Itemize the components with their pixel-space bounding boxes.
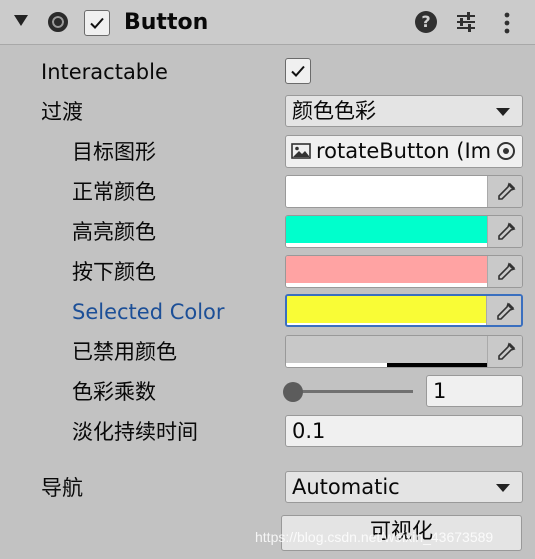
- watermark-text: https://blog.csdn.net/weixin_43673589: [255, 529, 494, 545]
- eyedropper-icon: [498, 342, 516, 360]
- kebab-menu-icon[interactable]: [498, 11, 516, 35]
- component-title: Button: [124, 10, 209, 35]
- highlighted-color-field[interactable]: [285, 215, 523, 248]
- disabled-color-label: 已禁用颜色: [72, 340, 177, 364]
- eyedropper-button[interactable]: [487, 336, 522, 367]
- normal-color-swatch: [286, 176, 488, 203]
- highlighted-color-swatch: [286, 216, 488, 243]
- component-enabled-icon: [48, 12, 68, 32]
- navigation-value: Automatic: [292, 475, 400, 499]
- color-multiplier-slider-track[interactable]: [293, 390, 413, 393]
- eyedropper-icon: [497, 302, 515, 320]
- help-icon[interactable]: ?: [415, 11, 437, 33]
- pressed-alpha-bar: [286, 283, 488, 287]
- fade-duration-value: 0.1: [292, 419, 326, 443]
- disabled-color-field[interactable]: [285, 335, 523, 368]
- navigation-label: 导航: [41, 476, 83, 500]
- transition-value: 颜色色彩: [292, 99, 376, 123]
- eyedropper-icon: [498, 222, 516, 240]
- component-enabled-checkbox[interactable]: [84, 10, 110, 36]
- highlighted-alpha-bar: [286, 243, 488, 247]
- color-multiplier-label: 色彩乘数: [72, 380, 156, 404]
- fade-duration-label: 淡化持续时间: [72, 420, 198, 444]
- color-multiplier-slider-thumb[interactable]: [283, 382, 303, 402]
- object-picker-button[interactable]: [490, 136, 522, 167]
- target-graphic-label: 目标图形: [72, 140, 156, 164]
- normal-alpha-bar: [286, 203, 488, 207]
- selected-alpha-bar: [287, 323, 489, 325]
- eyedropper-button[interactable]: [486, 296, 521, 325]
- highlighted-color-label: 高亮颜色: [72, 220, 156, 244]
- transition-label: 过渡: [41, 100, 83, 124]
- checkmark-icon: [90, 17, 104, 29]
- normal-color-label: 正常颜色: [72, 180, 156, 204]
- pressed-color-field[interactable]: [285, 255, 523, 288]
- eyedropper-button[interactable]: [487, 256, 522, 287]
- checkmark-icon: [291, 65, 305, 77]
- target-graphic-value: rotateButton (Image): [316, 139, 491, 163]
- component-header: Button ?: [0, 0, 535, 45]
- object-picker-icon: [497, 142, 515, 160]
- pressed-color-swatch: [286, 256, 488, 283]
- navigation-dropdown[interactable]: Automatic: [285, 471, 523, 503]
- eyedropper-icon: [498, 182, 516, 200]
- color-multiplier-value: 1: [433, 379, 447, 403]
- chevron-down-icon: [496, 108, 510, 116]
- image-icon: [291, 143, 311, 159]
- interactable-label: Interactable: [41, 60, 168, 84]
- selected-color-swatch: [287, 296, 489, 323]
- disabled-color-swatch: [286, 336, 488, 363]
- pressed-color-label: 按下颜色: [72, 260, 156, 284]
- interactable-checkbox[interactable]: [285, 58, 311, 84]
- selected-color-field[interactable]: [285, 294, 523, 327]
- eyedropper-icon: [498, 262, 516, 280]
- eyedropper-button[interactable]: [487, 176, 522, 207]
- normal-color-field[interactable]: [285, 175, 523, 208]
- selected-color-label: Selected Color: [72, 300, 225, 324]
- transition-dropdown[interactable]: 颜色色彩: [285, 95, 523, 127]
- triangle-down-icon[interactable]: [14, 15, 28, 26]
- color-multiplier-input[interactable]: 1: [426, 375, 523, 407]
- fade-duration-input[interactable]: 0.1: [285, 415, 523, 447]
- chevron-down-icon: [496, 484, 510, 492]
- sliders-icon[interactable]: [455, 11, 477, 33]
- disabled-alpha-fill: [387, 363, 488, 367]
- target-graphic-field[interactable]: rotateButton (Image): [285, 135, 523, 168]
- eyedropper-button[interactable]: [487, 216, 522, 247]
